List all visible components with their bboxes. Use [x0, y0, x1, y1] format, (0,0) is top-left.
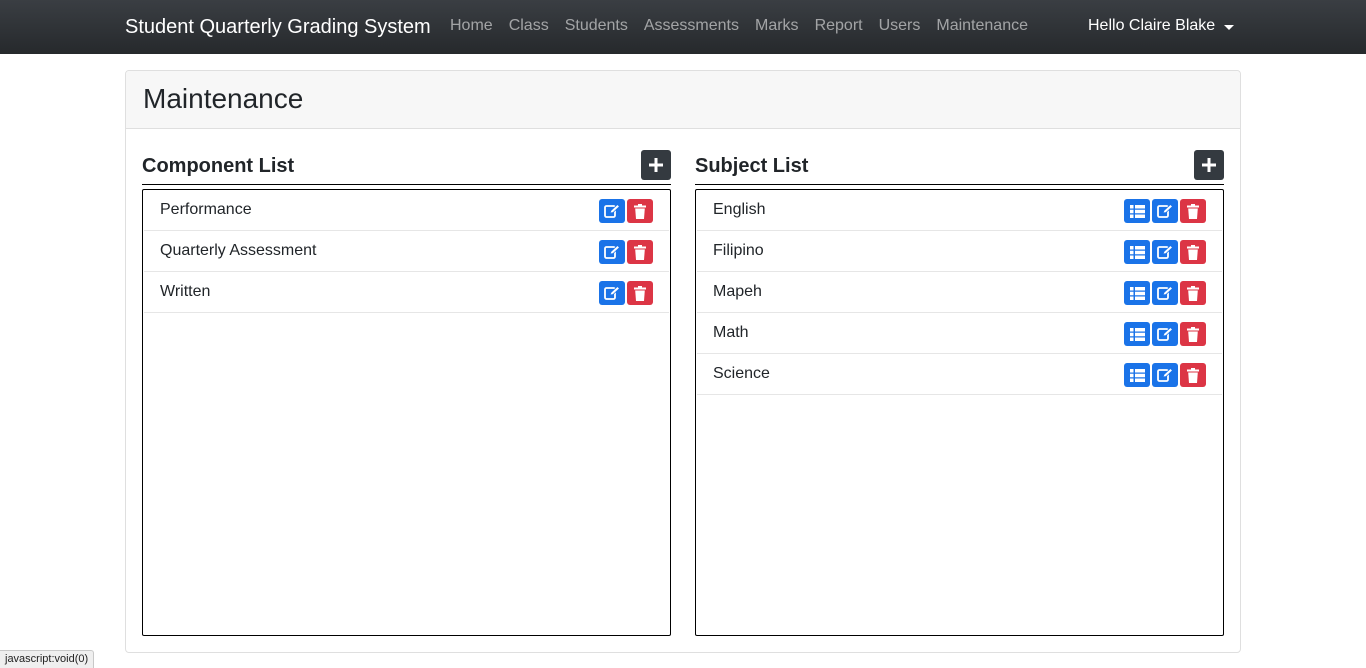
subject-name: Science: [713, 365, 770, 382]
component-name: Quarterly Assessment: [160, 242, 317, 259]
row-actions: [599, 199, 653, 223]
nav-link-assessments[interactable]: Assessments: [636, 16, 747, 36]
component-list-header: Component List: [142, 148, 671, 185]
edit-button[interactable]: [1152, 322, 1178, 346]
subject-name: Math: [713, 324, 749, 341]
row-actions: [599, 240, 653, 264]
edit-icon: [1157, 368, 1173, 382]
plus-icon: [1202, 158, 1216, 172]
list-item: Performance: [144, 190, 669, 231]
nav-links: Home Class Students Assessments Marks Re…: [442, 16, 1036, 36]
nav-link-users[interactable]: Users: [871, 16, 929, 36]
list-item: Filipino: [697, 231, 1222, 272]
view-list-button[interactable]: [1124, 322, 1150, 346]
nav-link-maintenance[interactable]: Maintenance: [928, 16, 1036, 36]
component-list-title: Component List: [142, 155, 295, 177]
plus-icon: [649, 158, 663, 172]
edit-button[interactable]: [1152, 363, 1178, 387]
view-list-button[interactable]: [1124, 281, 1150, 305]
component-name: Written: [160, 283, 211, 300]
edit-button[interactable]: [1152, 281, 1178, 305]
edit-icon: [1157, 204, 1173, 218]
edit-button[interactable]: [1152, 240, 1178, 264]
view-list-button[interactable]: [1124, 240, 1150, 264]
edit-button[interactable]: [599, 240, 625, 264]
delete-button[interactable]: [1180, 322, 1206, 346]
list-icon: [1129, 245, 1145, 259]
row-actions: [1124, 363, 1206, 387]
list-icon: [1129, 368, 1145, 382]
component-list-group: Performance Quarterly Assessment Written: [144, 190, 669, 313]
card-header: Maintenance: [126, 71, 1240, 129]
row-actions: [599, 281, 653, 305]
trash-icon: [1187, 367, 1199, 383]
edit-button[interactable]: [599, 281, 625, 305]
list-item: Written: [144, 272, 669, 313]
component-name: Performance: [160, 201, 252, 218]
user-greeting: Hello Claire Blake: [1088, 17, 1216, 34]
list-icon: [1129, 327, 1145, 341]
subject-name: Filipino: [713, 242, 764, 259]
add-subject-button[interactable]: [1194, 150, 1224, 180]
nav-link-class[interactable]: Class: [501, 16, 557, 36]
subject-list-box: English Filipino Mapeh Math Science: [695, 189, 1224, 636]
nav-link-home[interactable]: Home: [442, 16, 501, 36]
top-navbar: Student Quarterly Grading System Home Cl…: [0, 0, 1366, 54]
edit-icon: [1157, 245, 1173, 259]
nav-link-marks[interactable]: Marks: [747, 16, 807, 36]
trash-icon: [634, 285, 646, 301]
list-icon: [1129, 204, 1145, 218]
edit-icon: [604, 245, 620, 259]
view-list-button[interactable]: [1124, 363, 1150, 387]
edit-icon: [604, 286, 620, 300]
subject-list-header: Subject List: [695, 148, 1224, 185]
user-menu-dropdown[interactable]: Hello Claire Blake: [1088, 16, 1235, 36]
delete-button[interactable]: [1180, 199, 1206, 223]
nav-link-report[interactable]: Report: [807, 16, 871, 36]
page-title: Maintenance: [143, 83, 304, 114]
edit-icon: [604, 204, 620, 218]
edit-icon: [1157, 286, 1173, 300]
subject-list-panel: Subject List English Filipino Mapeh Math…: [695, 148, 1224, 636]
delete-button[interactable]: [1180, 240, 1206, 264]
trash-icon: [1187, 244, 1199, 260]
trash-icon: [1187, 285, 1199, 301]
add-component-button[interactable]: [641, 150, 671, 180]
edit-button[interactable]: [1152, 199, 1178, 223]
delete-button[interactable]: [1180, 281, 1206, 305]
nav-link-students[interactable]: Students: [557, 16, 636, 36]
subject-list-group: English Filipino Mapeh Math Science: [697, 190, 1222, 395]
row-actions: [1124, 240, 1206, 264]
list-item: Mapeh: [697, 272, 1222, 313]
row-actions: [1124, 199, 1206, 223]
row-actions: [1124, 322, 1206, 346]
list-icon: [1129, 286, 1145, 300]
view-list-button[interactable]: [1124, 199, 1150, 223]
brand-title[interactable]: Student Quarterly Grading System: [125, 15, 431, 39]
trash-icon: [1187, 326, 1199, 342]
component-list-box: Performance Quarterly Assessment Written: [142, 189, 671, 636]
subject-name: Mapeh: [713, 283, 762, 300]
component-list-panel: Component List Performance Quarterly Ass…: [142, 148, 671, 636]
edit-button[interactable]: [599, 199, 625, 223]
list-item: Quarterly Assessment: [144, 231, 669, 272]
row-actions: [1124, 281, 1206, 305]
subject-name: English: [713, 201, 766, 218]
delete-button[interactable]: [627, 281, 653, 305]
trash-icon: [1187, 203, 1199, 219]
subject-list-title: Subject List: [695, 155, 809, 177]
list-item: Math: [697, 313, 1222, 354]
edit-icon: [1157, 327, 1173, 341]
list-item: Science: [697, 354, 1222, 395]
caret-down-icon: [1224, 24, 1235, 30]
trash-icon: [634, 203, 646, 219]
delete-button[interactable]: [1180, 363, 1206, 387]
delete-button[interactable]: [627, 199, 653, 223]
list-item: English: [697, 190, 1222, 231]
browser-status-bar: javascript:void(0): [0, 650, 95, 668]
delete-button[interactable]: [627, 240, 653, 264]
trash-icon: [634, 244, 646, 260]
